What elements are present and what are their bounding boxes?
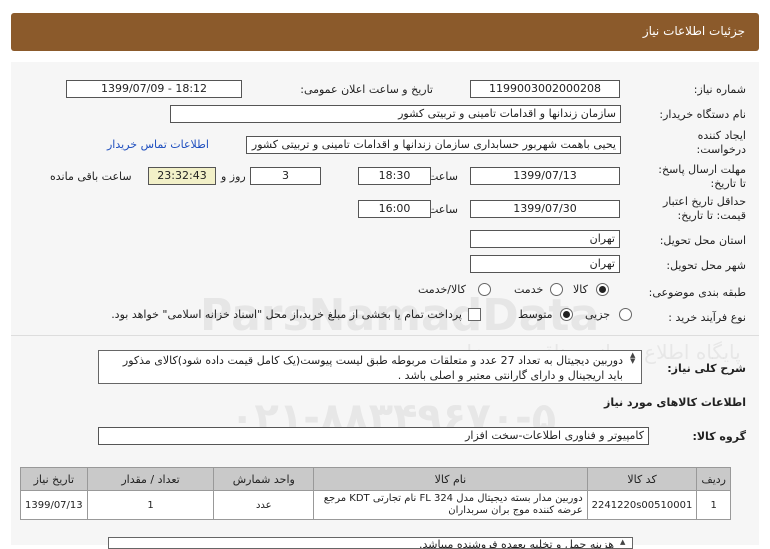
category-option-goods: کالا [573, 283, 588, 296]
col-qty-header: تعداد / مقدار [86, 467, 215, 491]
category-label: طبقه بندی موضوعی: [648, 286, 746, 299]
validity-time-field: 16:00 [358, 200, 431, 218]
process-label: نوع فرآیند خرید : [668, 311, 746, 324]
buyer-notes-text: هزینه حمل و تخلیه بعهده فروشنده میباشد. [418, 538, 614, 549]
section-divider [11, 335, 759, 336]
deadline-date-field: 1399/07/13 [470, 167, 620, 185]
cell-qty: 1 [86, 490, 215, 520]
cell-code: 2241220s00510001 [586, 490, 698, 520]
col-name-header: نام کالا [313, 467, 588, 491]
table-header-row: ردیف کد کالا نام کالا واحد شمارش تعداد /… [20, 467, 731, 491]
goods-group-field: کامپیوتر و فناوری اطلاعات-سخت افزار [98, 427, 649, 445]
validity-label-2: قیمت: تا تاریخ: [677, 209, 746, 222]
remaining-label: ساعت باقی مانده [50, 170, 132, 183]
remaining-timer: 23:32:43 [148, 167, 216, 185]
days-label: روز و [221, 170, 246, 183]
buyer-contact-link[interactable]: اطلاعات تماس خریدار [107, 138, 209, 151]
cell-name: دوربین مدار بسته دیجیتال مدل FL 324 نام … [313, 490, 588, 520]
need-number-field: 1199003002000208 [470, 80, 620, 98]
page-title: جزئیات اطلاعات نیاز [642, 24, 745, 38]
page-header: جزئیات اطلاعات نیاز [11, 13, 759, 51]
validity-date-field: 1399/07/30 [470, 200, 620, 218]
deadline-label-1: مهلت ارسال پاسخ: [658, 163, 746, 176]
deadline-days-field: 3 [250, 167, 321, 185]
category-option-both: کالا/خدمت [418, 283, 466, 296]
requester-field: یحیی باهمت شهربور حسابداری سازمان زندانه… [246, 136, 621, 154]
cell-row: 1 [696, 490, 731, 520]
process-radio-minor[interactable] [619, 308, 632, 321]
notes-scroll-icon[interactable]: ▲ [620, 539, 625, 546]
cell-date: 1399/07/13 [20, 490, 88, 520]
category-radio-service[interactable] [550, 283, 563, 296]
deadline-time-field: 18:30 [358, 167, 431, 185]
city-label: شهر محل تحویل: [666, 259, 746, 272]
goods-group-label: گروه کالا: [692, 430, 746, 443]
cell-unit: عدد [213, 490, 315, 520]
province-field: تهران [470, 230, 620, 248]
general-desc-textarea[interactable]: دوربین دیجیتال به تعداد 27 عدد و متعلقات… [98, 350, 642, 384]
buyer-org-field: سازمان زندانها و اقدامات تامینی و تربیتی… [170, 105, 621, 123]
process-option-medium: متوسط [518, 308, 553, 321]
items-table: ردیف کد کالا نام کالا واحد شمارش تعداد /… [20, 467, 731, 520]
deadline-label-2: تا تاریخ: [710, 177, 746, 190]
treasury-payment-note: پرداخت تمام یا بخشی از مبلغ خرید،از محل … [111, 308, 462, 321]
category-option-service: خدمت [514, 283, 544, 296]
col-row-header: ردیف [696, 467, 731, 491]
treasury-payment-checkbox[interactable] [468, 308, 481, 321]
need-number-label: شماره نیاز: [693, 83, 746, 96]
validity-time-label: ساعت [428, 203, 458, 216]
buyer-notes-textarea[interactable]: هزینه حمل و تخلیه بعهده فروشنده میباشد. [108, 537, 633, 549]
col-unit-header: واحد شمارش [213, 467, 315, 491]
table-row: 1 2241220s00510001 دوربین مدار بسته دیجی… [20, 490, 731, 520]
deadline-time-label: ساعت [428, 170, 458, 183]
general-desc-text: دوربین دیجیتال به تعداد 27 عدد و متعلقات… [122, 354, 623, 382]
col-code-header: کد کالا [586, 467, 698, 491]
city-field: تهران [470, 255, 620, 273]
buyer-org-label: نام دستگاه خریدار: [659, 108, 746, 121]
textarea-scroll-icon[interactable]: ▲ ▼ [630, 352, 635, 365]
announce-label: تاریخ و ساعت اعلان عمومی: [300, 83, 433, 96]
requester-label-2: درخواست: [696, 143, 746, 156]
col-date-header: تاریخ نیاز [20, 467, 88, 491]
process-radio-medium[interactable] [560, 308, 573, 321]
process-option-minor: جزیی [585, 308, 611, 321]
province-label: استان محل تحویل: [659, 234, 746, 247]
requester-label-1: ایجاد کننده [697, 129, 746, 142]
category-radio-goods[interactable] [596, 283, 609, 296]
goods-info-title: اطلاعات کالاهای مورد نیاز [604, 396, 746, 409]
category-radio-both[interactable] [478, 283, 491, 296]
validity-label-1: حداقل تاریخ اعتبار [662, 195, 746, 208]
announce-field: 1399/07/09 - 18:12 [66, 80, 242, 98]
general-desc-label: شرح کلی نیاز: [667, 362, 746, 375]
